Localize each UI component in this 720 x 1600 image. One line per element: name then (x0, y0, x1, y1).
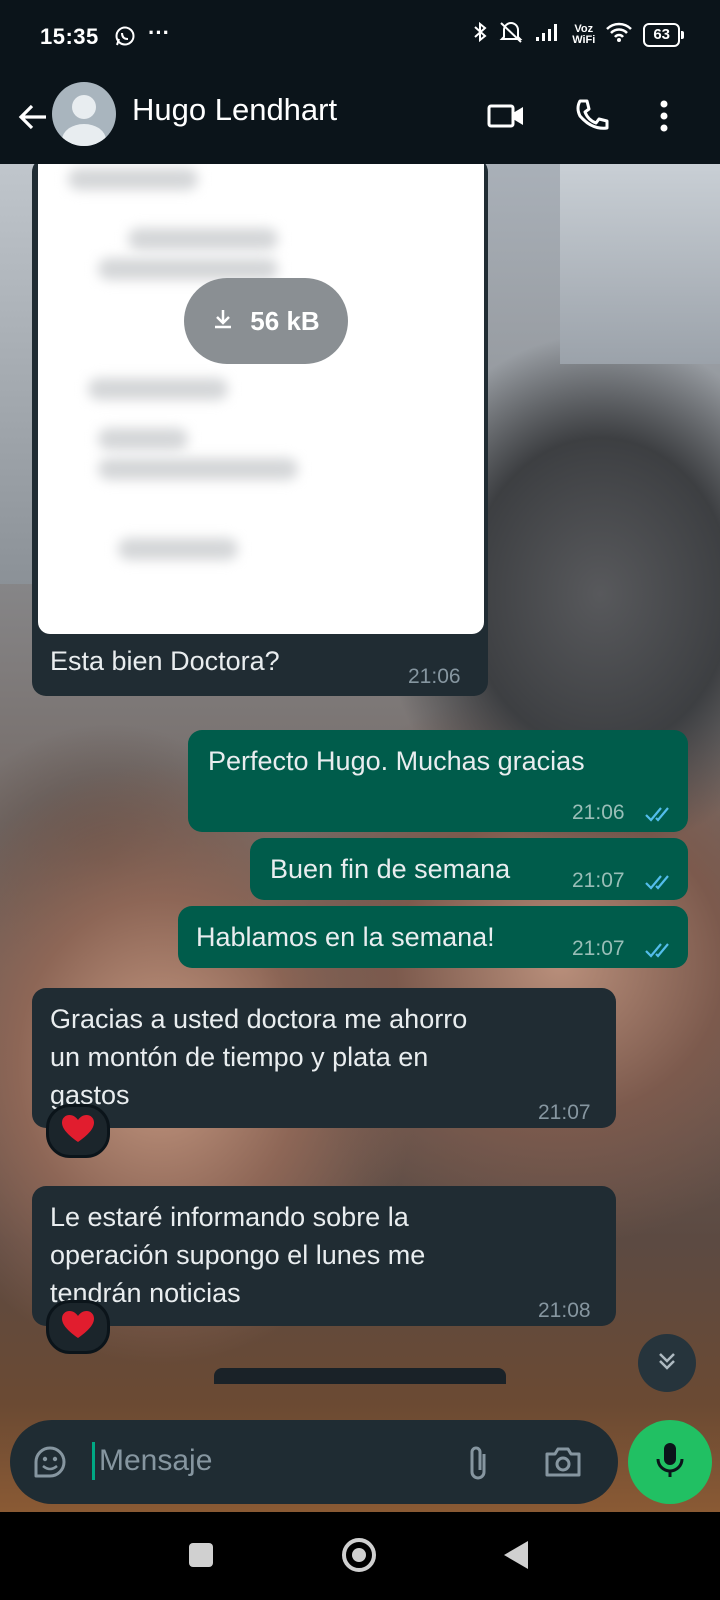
read-ticks-icon (644, 932, 674, 970)
message-time: 21:07 (572, 937, 625, 960)
avatar-icon[interactable] (52, 82, 116, 146)
recents-icon[interactable] (188, 1542, 214, 1573)
heart-icon (61, 1114, 95, 1149)
back-arrow-icon[interactable] (16, 100, 50, 139)
message-text: Gracias a usted doctora me ahorro un mon… (50, 1000, 467, 1114)
message-line: operación supongo el lunes me (50, 1240, 426, 1270)
battery-icon: 63 (643, 22, 684, 47)
status-more: ··· (148, 20, 170, 45)
message-line: Gracias a usted doctora me ahorro (50, 1004, 468, 1034)
download-button[interactable]: 56 kB (184, 278, 348, 364)
document-preview[interactable]: 56 kB (38, 164, 484, 634)
incoming-message[interactable]: Le estaré informando sobre la operación … (32, 1186, 616, 1326)
reaction-badge[interactable] (46, 1104, 110, 1158)
document-message[interactable]: 56 kB Esta bien Doctora? 21:06 (32, 164, 488, 696)
chat-area[interactable]: 56 kB Esta bien Doctora? 21:06 Perfecto … (0, 164, 720, 1512)
wallpaper-window (560, 164, 720, 364)
read-ticks-icon (644, 796, 674, 834)
chat-header: Hugo Lendhart (0, 78, 720, 164)
outgoing-message[interactable]: Perfecto Hugo. Muchas gracias 21:06 (188, 730, 688, 832)
message-composer[interactable]: Mensaje (10, 1420, 618, 1504)
voice-record-button[interactable] (628, 1420, 712, 1504)
message-text: Perfecto Hugo. Muchas gracias (208, 746, 585, 776)
outgoing-message[interactable]: Hablamos en la semana! 21:07 (178, 906, 688, 968)
message-line: un montón de tiempo y plata en (50, 1042, 429, 1072)
more-vert-icon[interactable] (656, 96, 672, 141)
wifi-label: WiFi (572, 33, 596, 46)
message-line: Le estaré informando sobre la (50, 1202, 409, 1232)
signal-icon (534, 22, 562, 47)
message-text: Le estaré informando sobre la operación … (50, 1198, 425, 1312)
message-text: Hablamos en la semana! (196, 922, 495, 952)
message-time: 21:08 (538, 1299, 591, 1322)
contact-name[interactable]: Hugo Lendhart (132, 92, 337, 128)
scroll-to-bottom-button[interactable] (638, 1334, 696, 1392)
system-nav-bar (0, 1512, 720, 1600)
message-line: tendrán noticias (50, 1278, 241, 1308)
sticker-icon[interactable] (32, 1444, 68, 1485)
message-time: 21:07 (572, 869, 625, 892)
outgoing-message[interactable]: Buen fin de semana 21:07 (250, 838, 688, 900)
mute-icon (498, 20, 524, 49)
incoming-message[interactable]: Gracias a usted doctora me ahorro un mon… (32, 988, 616, 1128)
wallpaper-shelf (214, 1368, 506, 1384)
message-time: 21:07 (538, 1101, 591, 1124)
reaction-badge[interactable] (46, 1300, 110, 1354)
status-time: 15:35 (40, 24, 99, 49)
chevron-double-down-icon (655, 1349, 679, 1378)
bluetooth-icon (472, 20, 488, 49)
back-icon[interactable] (502, 1539, 530, 1576)
mic-icon (655, 1441, 685, 1484)
message-time: 21:06 (572, 801, 625, 824)
voz-wifi-label: Voz WiFi (572, 23, 596, 46)
video-call-icon[interactable] (486, 96, 526, 141)
file-size: 56 kB (250, 306, 320, 336)
home-icon[interactable] (340, 1536, 378, 1579)
heart-icon (61, 1310, 95, 1345)
attach-icon[interactable] (462, 1444, 494, 1487)
read-ticks-icon (644, 864, 674, 902)
download-icon (212, 302, 234, 340)
whatsapp-icon (114, 25, 136, 52)
message-text: Buen fin de semana (270, 854, 511, 884)
message-time: 21:06 (408, 665, 461, 688)
wifi-icon (605, 21, 633, 48)
phone-icon[interactable] (572, 96, 612, 141)
message-text: Esta bien Doctora? (50, 646, 280, 676)
message-line: gastos (50, 1080, 130, 1110)
status-bar: 15:35 ··· Voz WiFi 63 (0, 0, 720, 78)
message-input[interactable]: Mensaje (92, 1442, 212, 1480)
camera-icon[interactable] (544, 1444, 582, 1485)
